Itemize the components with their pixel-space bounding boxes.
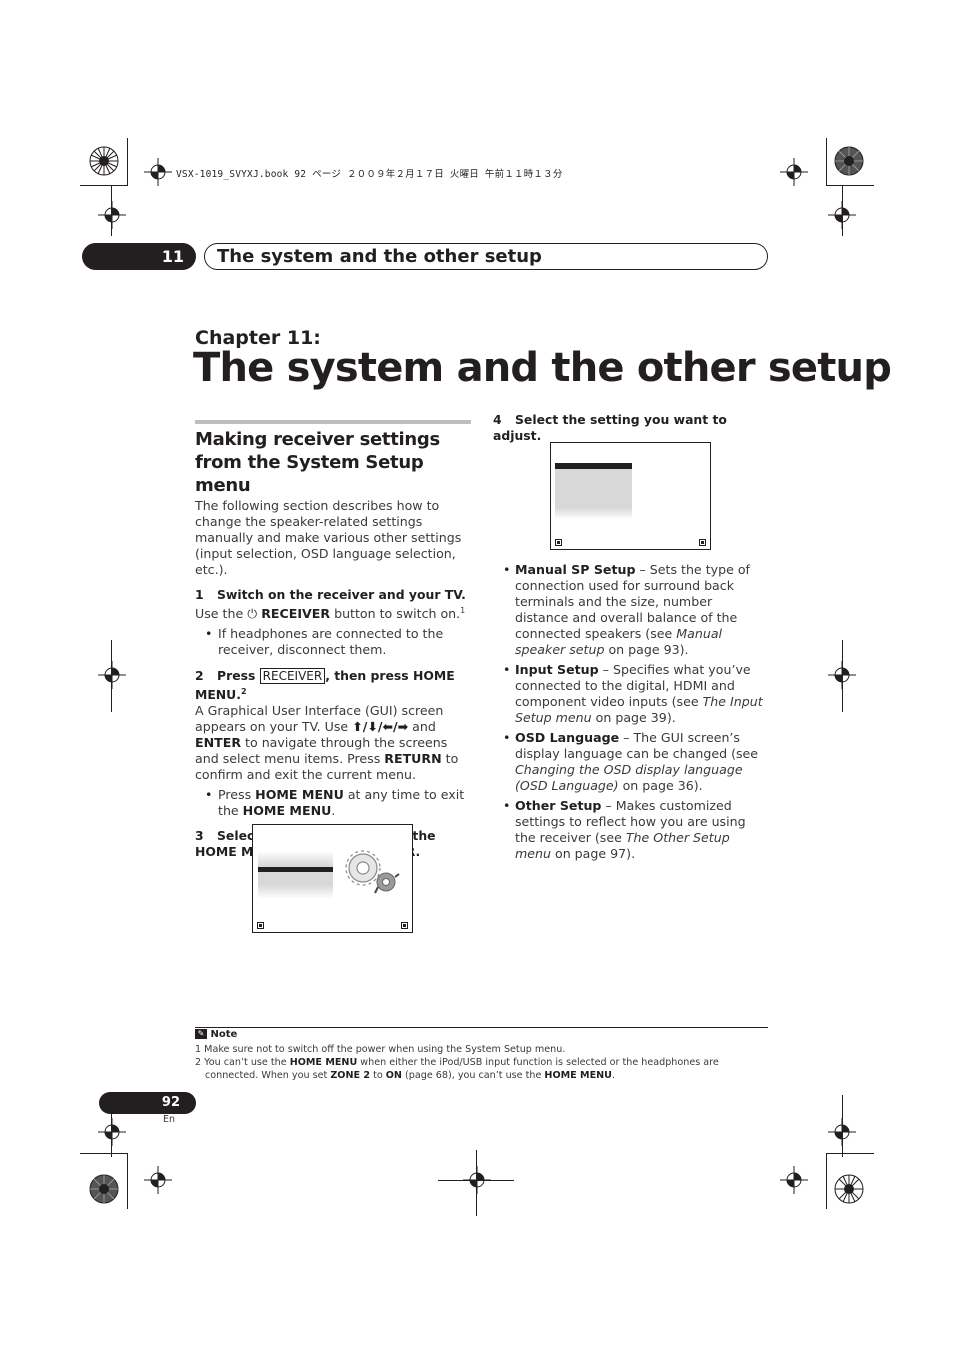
screen-corner-icon <box>699 539 706 546</box>
step-4: 4 Select the setting you want to adjust. <box>493 412 727 443</box>
list-item: Other Setup – Makes customized settings … <box>493 798 765 862</box>
registration-starburst-icon <box>89 146 119 176</box>
trim-line <box>111 186 112 236</box>
file-header: VSX-1019_SVYXJ.book 92 ページ ２００９年２月１７日 火曜… <box>176 169 563 180</box>
crosshair-mark-icon <box>780 158 808 186</box>
page-number: 92 <box>99 1092 196 1114</box>
section-divider <box>195 420 471 424</box>
intro-paragraph: The following section describes how to c… <box>195 498 462 577</box>
menu-selected-bar <box>555 463 632 469</box>
left-column: Making receiver settings from the System… <box>195 420 471 860</box>
trim-line <box>842 640 843 712</box>
registration-starburst-icon <box>834 146 864 176</box>
section-heading: Making receiver settings from the System… <box>195 429 440 496</box>
system-setup-screen-illustration <box>550 442 711 550</box>
step-2-text: A Graphical User Interface (GUI) screen … <box>195 703 459 783</box>
note-divider <box>195 1027 768 1028</box>
menu-selected-bar <box>258 867 333 872</box>
chapter-running-title: The system and the other setup <box>204 243 768 270</box>
registration-starburst-icon <box>89 1174 119 1204</box>
footnote: 2 You can’t use the HOME MENU when eithe… <box>195 1057 719 1081</box>
trim-line <box>826 1153 827 1209</box>
trim-line <box>826 138 827 186</box>
right-column: 4 Select the setting you want to adjust. <box>493 412 765 444</box>
trim-line <box>127 1153 128 1209</box>
crosshair-mark-icon <box>144 1166 172 1194</box>
step-1: 1 Switch on the receiver and your TV. <box>195 587 466 602</box>
home-menu-screen-illustration <box>252 824 413 933</box>
footnote: 1 Make sure not to switch off the power … <box>195 1044 566 1055</box>
list-item: Manual SP Setup – Sets the type of conne… <box>493 562 765 658</box>
trim-line <box>842 1095 843 1157</box>
screen-corner-icon <box>257 922 264 929</box>
trim-line <box>80 185 128 186</box>
receiver-button-label: RECEIVER <box>259 668 326 685</box>
list-item: OSD Language – The GUI screen’s display … <box>493 730 765 794</box>
trim-line <box>111 640 112 712</box>
setting-options-list: Manual SP Setup – Sets the type of conne… <box>493 562 765 862</box>
crosshair-mark-icon <box>144 158 172 186</box>
list-item: Input Setup – Specifies what you’ve conn… <box>493 662 765 726</box>
gear-icon <box>341 849 403 897</box>
note-icon: ✎ <box>195 1029 207 1039</box>
trim-line <box>842 186 843 236</box>
note-heading: ✎ Note <box>195 1029 237 1040</box>
footnotes: 1 Make sure not to switch off the power … <box>195 1043 765 1082</box>
power-icon: ⏻ <box>247 606 258 622</box>
chapter-number-badge: 11 <box>82 243 196 270</box>
trim-line <box>826 1153 874 1154</box>
crosshair-mark-icon <box>98 661 126 689</box>
trim-line <box>476 1150 477 1216</box>
trim-line <box>826 185 874 186</box>
trim-line <box>80 1153 128 1154</box>
arrow-keys-icon: ⬆/⬇/⬅/➡ <box>352 719 409 735</box>
registration-starburst-icon <box>834 1174 864 1204</box>
menu-highlight <box>555 463 632 519</box>
screen-corner-icon <box>555 539 562 546</box>
crosshair-mark-icon <box>98 201 126 229</box>
crosshair-mark-icon <box>780 1166 808 1194</box>
crosshair-mark-icon <box>98 1118 126 1146</box>
step-1-text: Use the ⏻ RECEIVER button to switch on.1 <box>195 606 466 622</box>
trim-line <box>127 138 128 186</box>
step-2: 2 Press RECEIVER, then press HOME MENU.2 <box>195 668 455 703</box>
screen-corner-icon <box>401 922 408 929</box>
list-item: If headphones are connected to the recei… <box>195 626 471 658</box>
page-language: En <box>163 1114 176 1125</box>
chapter-title: The system and the other setup <box>193 345 892 391</box>
menu-highlight <box>258 851 333 899</box>
list-item: Press HOME MENU at any time to exit the … <box>195 787 471 819</box>
